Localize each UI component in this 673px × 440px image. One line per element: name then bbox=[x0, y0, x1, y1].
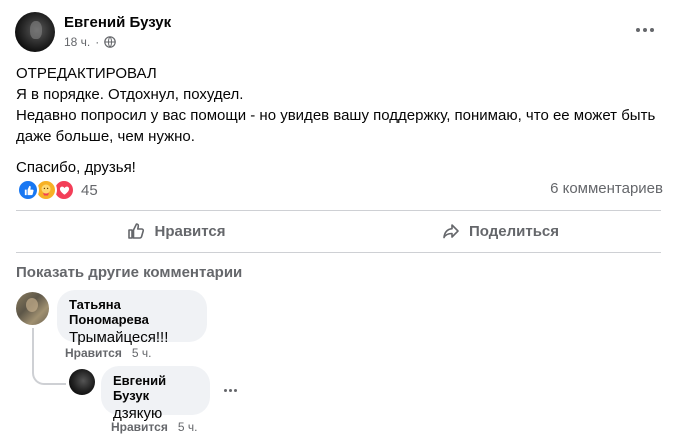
reply-author-avatar[interactable] bbox=[69, 369, 95, 395]
like-button-label: Нравится bbox=[154, 222, 226, 240]
comment-author[interactable]: Татьяна Пономарева bbox=[69, 297, 195, 327]
post-card: Евгений Бузук 18 ч. · ОТРЕДАКТИРОВАЛ Я в… bbox=[0, 0, 673, 440]
post-line: Я в порядке. Отдохнул, похудел. bbox=[16, 86, 244, 103]
share-button[interactable]: Поделиться bbox=[340, 213, 660, 249]
reply-more-options-button[interactable] bbox=[218, 384, 242, 396]
post-text: ОТРЕДАКТИРОВАЛ Я в порядке. Отдохнул, по… bbox=[16, 63, 661, 178]
author-name[interactable]: Евгений Бузук bbox=[64, 14, 171, 31]
more-horizontal-icon bbox=[636, 28, 640, 32]
more-options-button[interactable] bbox=[630, 22, 660, 38]
comment-text: Трымайцеся!!! bbox=[69, 329, 169, 346]
author-avatar[interactable] bbox=[15, 12, 55, 52]
reply-bubble: Евгений Бузук дзякую bbox=[101, 366, 210, 422]
post-thanks: Спасибо, друзья! bbox=[16, 159, 136, 176]
comment-time[interactable]: 5 ч. bbox=[132, 346, 152, 360]
comment-actions: Нравится 5 ч. bbox=[65, 346, 151, 360]
share-icon bbox=[443, 224, 459, 239]
reactions-summary[interactable]: 45 bbox=[17, 179, 98, 201]
comments-count[interactable]: 6 комментариев bbox=[550, 180, 663, 197]
post-line: даже больше, чем нужно. bbox=[16, 128, 195, 145]
show-more-comments-link[interactable]: Показать другие комментарии bbox=[16, 264, 242, 281]
globe-icon bbox=[104, 36, 117, 48]
like-icon bbox=[17, 179, 39, 201]
reply-author[interactable]: Евгений Бузук bbox=[113, 373, 198, 403]
reply-time[interactable]: 5 ч. bbox=[178, 420, 198, 434]
share-button-label: Поделиться bbox=[468, 222, 560, 240]
post-meta: 18 ч. · bbox=[64, 35, 117, 49]
more-horizontal-icon bbox=[223, 388, 227, 392]
thumb-up-icon bbox=[128, 223, 145, 239]
post-line: Недавно попросил у вас помощи - но увиде… bbox=[16, 107, 656, 124]
post-line: ОТРЕДАКТИРОВАЛ bbox=[16, 65, 157, 82]
divider bbox=[16, 210, 661, 211]
comment-like-button[interactable]: Нравится bbox=[65, 346, 122, 360]
reply-actions: Нравится 5 ч. bbox=[111, 420, 197, 434]
like-button[interactable]: Нравится bbox=[16, 213, 336, 249]
divider bbox=[16, 252, 661, 253]
reply-thread-line bbox=[32, 328, 66, 385]
post-time[interactable]: 18 ч. bbox=[64, 35, 90, 49]
commenter-avatar[interactable] bbox=[16, 292, 49, 325]
reaction-count: 45 bbox=[81, 181, 98, 199]
reply-like-button[interactable]: Нравится bbox=[111, 420, 168, 434]
comment-bubble: Татьяна Пономарева Трымайцеся!!! bbox=[57, 290, 207, 346]
